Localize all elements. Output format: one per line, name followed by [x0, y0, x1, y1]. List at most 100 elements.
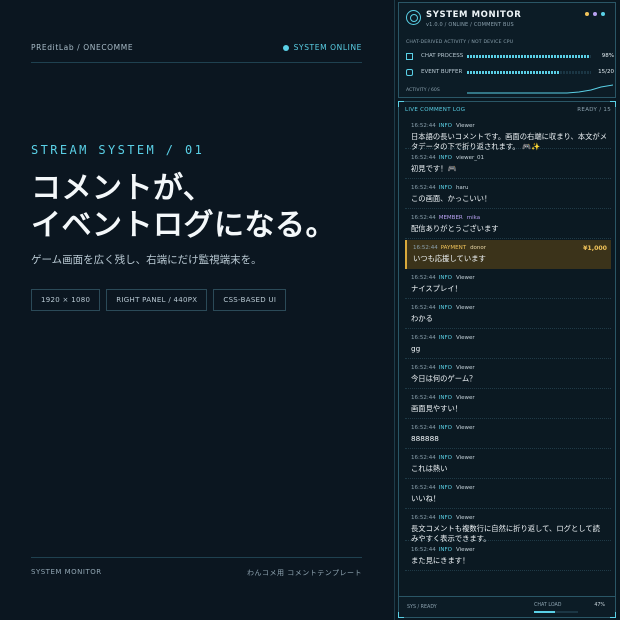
log-level: INFO — [438, 335, 452, 341]
log-meta: 16:52:44 INFO Viewer — [411, 365, 475, 371]
row-label: EVENT BUFFER — [421, 69, 463, 75]
log-meta: 16:52:44 INFO Viewer — [411, 485, 475, 491]
log-item-payment: 16:52:44 PAYMENT donor ¥1,000 いつも応援しています — [405, 240, 611, 269]
log-item-info: 16:52:44 INFO viewer_01 初見です！🎮 — [405, 150, 611, 179]
log-time: 16:52:44 — [411, 395, 436, 401]
spec-chip: RIGHT PANEL / 440PX — [106, 289, 208, 311]
progress-bar — [467, 55, 591, 58]
log-level: INFO — [438, 515, 452, 521]
log-time: 16:52:44 — [411, 335, 436, 341]
log-level: INFO — [438, 425, 452, 431]
log-time: 16:52:44 — [411, 425, 436, 431]
log-user: mika — [466, 215, 481, 221]
log-item-info: 16:52:44 INFO Viewer 日本語の長いコメントです。画面の右端に収まり… — [405, 118, 611, 151]
log-time: 16:52:44 — [411, 365, 436, 371]
process-icon — [406, 53, 413, 60]
log-meta: 16:52:44 INFO Viewer — [411, 425, 475, 431]
log-message: いつも応援しています — [413, 254, 486, 263]
log-meta: 16:52:44 INFO Viewer — [411, 395, 475, 401]
top-bar: PREditLab / ONECOMME SYSTEM ONLINE — [31, 43, 362, 52]
status-dot-icon — [282, 44, 289, 51]
log-time: 16:52:44 — [411, 485, 436, 491]
footer: SYSTEM MONITOR わんコメ用 コメントテンプレート — [31, 568, 362, 578]
log-level: MEMBER — [438, 215, 463, 221]
sys-status: SYS / READY — [407, 605, 437, 610]
live-comment-log[interactable]: LIVE COMMENT LOG READY / 15 16:52:44 INFO… — [398, 101, 616, 596]
log-time: 16:52:44 — [411, 123, 436, 129]
log-message: gg — [411, 344, 421, 353]
status-bar: SYS / READY CHAT LOAD 47% — [398, 596, 616, 618]
log-user: Viewer — [455, 395, 475, 401]
footer-right: わんコメ用 コメントテンプレート — [246, 569, 362, 577]
log-meta: 16:52:44 INFO Viewer — [411, 547, 475, 553]
monitor-subtitle: v1.0.0 / ONLINE / COMMENT BUS — [426, 22, 514, 28]
log-level: INFO — [438, 155, 452, 161]
indicator-dot-icon — [593, 12, 597, 16]
log-meta: 16:52:44 INFO Viewer — [411, 335, 475, 341]
log-count: READY / 15 — [577, 107, 611, 113]
log-item-info: 16:52:44 INFO Viewer いいね！ — [405, 480, 611, 509]
log-user: Viewer — [455, 305, 475, 311]
log-message: 配信ありがとうございます — [411, 224, 499, 233]
chat-load-fill — [534, 611, 555, 613]
log-level: INFO — [438, 547, 452, 553]
log-meta: 16:52:44 MEMBER mika — [411, 215, 480, 221]
chat-process-row: CHAT PROCESS 98% — [406, 52, 614, 62]
log-meta: 16:52:44 INFO Viewer — [411, 275, 475, 281]
spec-chip: 1920 × 1080 — [31, 289, 101, 311]
bottom-divider — [31, 557, 362, 558]
activity-sparkline — [467, 84, 613, 94]
log-user: Viewer — [455, 455, 475, 461]
log-item-info: 16:52:44 INFO Viewer また見にきます！ — [405, 542, 611, 571]
headline-line-1: コメントが、 — [31, 171, 214, 206]
log-message: わかる — [411, 314, 433, 323]
log-user: Viewer — [455, 365, 475, 371]
log-meta: 16:52:44 INFO haru — [411, 185, 469, 191]
event-buffer-row: EVENT BUFFER 15/20 — [406, 68, 614, 78]
log-item-info: 16:52:44 INFO Viewer gg — [405, 330, 611, 359]
log-message: 長文コメントも複数行に自然に折り返して、ログとして読みやすく表示できます。 — [411, 524, 600, 543]
stage-area: PREditLab / ONECOMME SYSTEM ONLINE STREA… — [0, 0, 394, 620]
system-status: SYSTEM ONLINE — [282, 43, 362, 52]
row-value: 98% — [601, 53, 614, 59]
progress-fill — [467, 71, 560, 74]
log-message: いいね！ — [411, 494, 441, 503]
log-level: INFO — [438, 123, 452, 129]
headline-line-2: イベントログになる。 — [31, 208, 336, 243]
log-message: 画面見やすい！ — [411, 404, 463, 413]
log-item-info: 16:52:44 INFO haru この画面、かっこいい！ — [405, 180, 611, 209]
log-item-info: 16:52:44 INFO Viewer 今日は何のゲーム？ — [405, 360, 611, 389]
progress-bar — [467, 71, 591, 74]
log-user: Viewer — [455, 547, 475, 553]
section-kicker: STREAM SYSTEM / 01 — [31, 143, 205, 157]
log-time: 16:52:44 — [411, 305, 436, 311]
brand-label: PREditLab / ONECOMME — [31, 43, 134, 52]
log-time: 16:52:44 — [413, 245, 438, 251]
log-time: 16:52:44 — [411, 275, 436, 281]
log-user: Viewer — [455, 123, 475, 129]
log-meta: 16:52:44 INFO viewer_01 — [411, 155, 484, 161]
chat-load-bar — [534, 611, 578, 613]
chat-load-label: CHAT LOAD — [534, 603, 562, 608]
top-divider — [31, 62, 362, 63]
log-time: 16:52:44 — [411, 185, 436, 191]
log-time: 16:52:44 — [411, 215, 436, 221]
log-message: この画面、かっこいい！ — [411, 194, 492, 203]
log-level: PAYMENT — [440, 245, 467, 251]
log-user: Viewer — [455, 425, 475, 431]
page-title: コメントが、 イベントログになる。 — [31, 170, 371, 244]
log-level: INFO — [438, 365, 452, 371]
corner-bracket — [398, 612, 404, 618]
indicator-dot-icon — [601, 12, 605, 16]
corner-bracket — [610, 612, 616, 618]
log-user: donor — [470, 245, 487, 251]
log-item-info: 16:52:44 INFO Viewer わかる — [405, 300, 611, 329]
log-user: Viewer — [455, 485, 475, 491]
log-item-info: 16:52:44 INFO Viewer ナイスプレイ！ — [405, 270, 611, 299]
lead-text: ゲーム画面を広く残し、右端にだけ監視端末を。 — [31, 254, 262, 266]
log-message: 今日は何のゲーム？ — [411, 374, 477, 383]
log-item-info: 16:52:44 INFO Viewer これは熱い — [405, 450, 611, 479]
log-item-member: 16:52:44 MEMBER mika 配信ありがとうございます — [405, 210, 611, 239]
log-user: Viewer — [455, 275, 475, 281]
log-level: INFO — [438, 395, 452, 401]
